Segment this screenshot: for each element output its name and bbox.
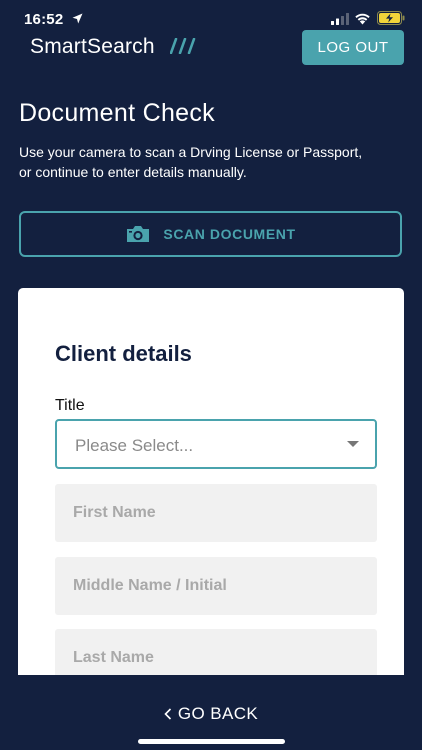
battery-charging-icon bbox=[377, 11, 405, 25]
client-details-heading: Client details bbox=[55, 341, 192, 366]
go-back-button[interactable]: GO BACK bbox=[0, 702, 422, 726]
home-indicator[interactable] bbox=[138, 739, 285, 744]
first-name-input[interactable]: First Name bbox=[55, 484, 377, 542]
go-back-label: GO BACK bbox=[177, 704, 259, 723]
middle-name-placeholder: Middle Name / Initial bbox=[73, 577, 227, 594]
scan-document-label: SCAN DOCUMENT bbox=[163, 226, 296, 242]
smartsearch-logo: SmartSearch bbox=[30, 35, 155, 58]
middle-name-input[interactable]: Middle Name / Initial bbox=[55, 557, 377, 615]
scan-document-button[interactable]: SCAN DOCUMENT bbox=[19, 211, 402, 257]
page-title: Document Check bbox=[19, 99, 215, 127]
page-description: Use your camera to scan a Drving License… bbox=[19, 144, 363, 180]
wifi-icon bbox=[355, 13, 370, 25]
logo-slashes-icon bbox=[170, 38, 196, 54]
title-field-label: Title bbox=[55, 397, 85, 414]
bottom-bar: GO BACK bbox=[0, 675, 422, 750]
camera-icon bbox=[127, 226, 150, 242]
client-details-card: Client details Title Please Select... Fi… bbox=[18, 288, 404, 688]
caret-down-icon bbox=[347, 441, 359, 447]
title-select[interactable]: Please Select... bbox=[55, 419, 377, 469]
last-name-placeholder: Last Name bbox=[73, 649, 154, 666]
title-select-placeholder: Please Select... bbox=[75, 436, 194, 455]
first-name-placeholder: First Name bbox=[73, 504, 156, 521]
cellular-signal-icon bbox=[331, 13, 349, 25]
chevron-left-icon bbox=[164, 708, 171, 720]
logout-button[interactable]: LOG OUT bbox=[302, 30, 404, 65]
status-time: 16:52 bbox=[24, 11, 64, 28]
location-arrow-icon bbox=[72, 13, 83, 24]
